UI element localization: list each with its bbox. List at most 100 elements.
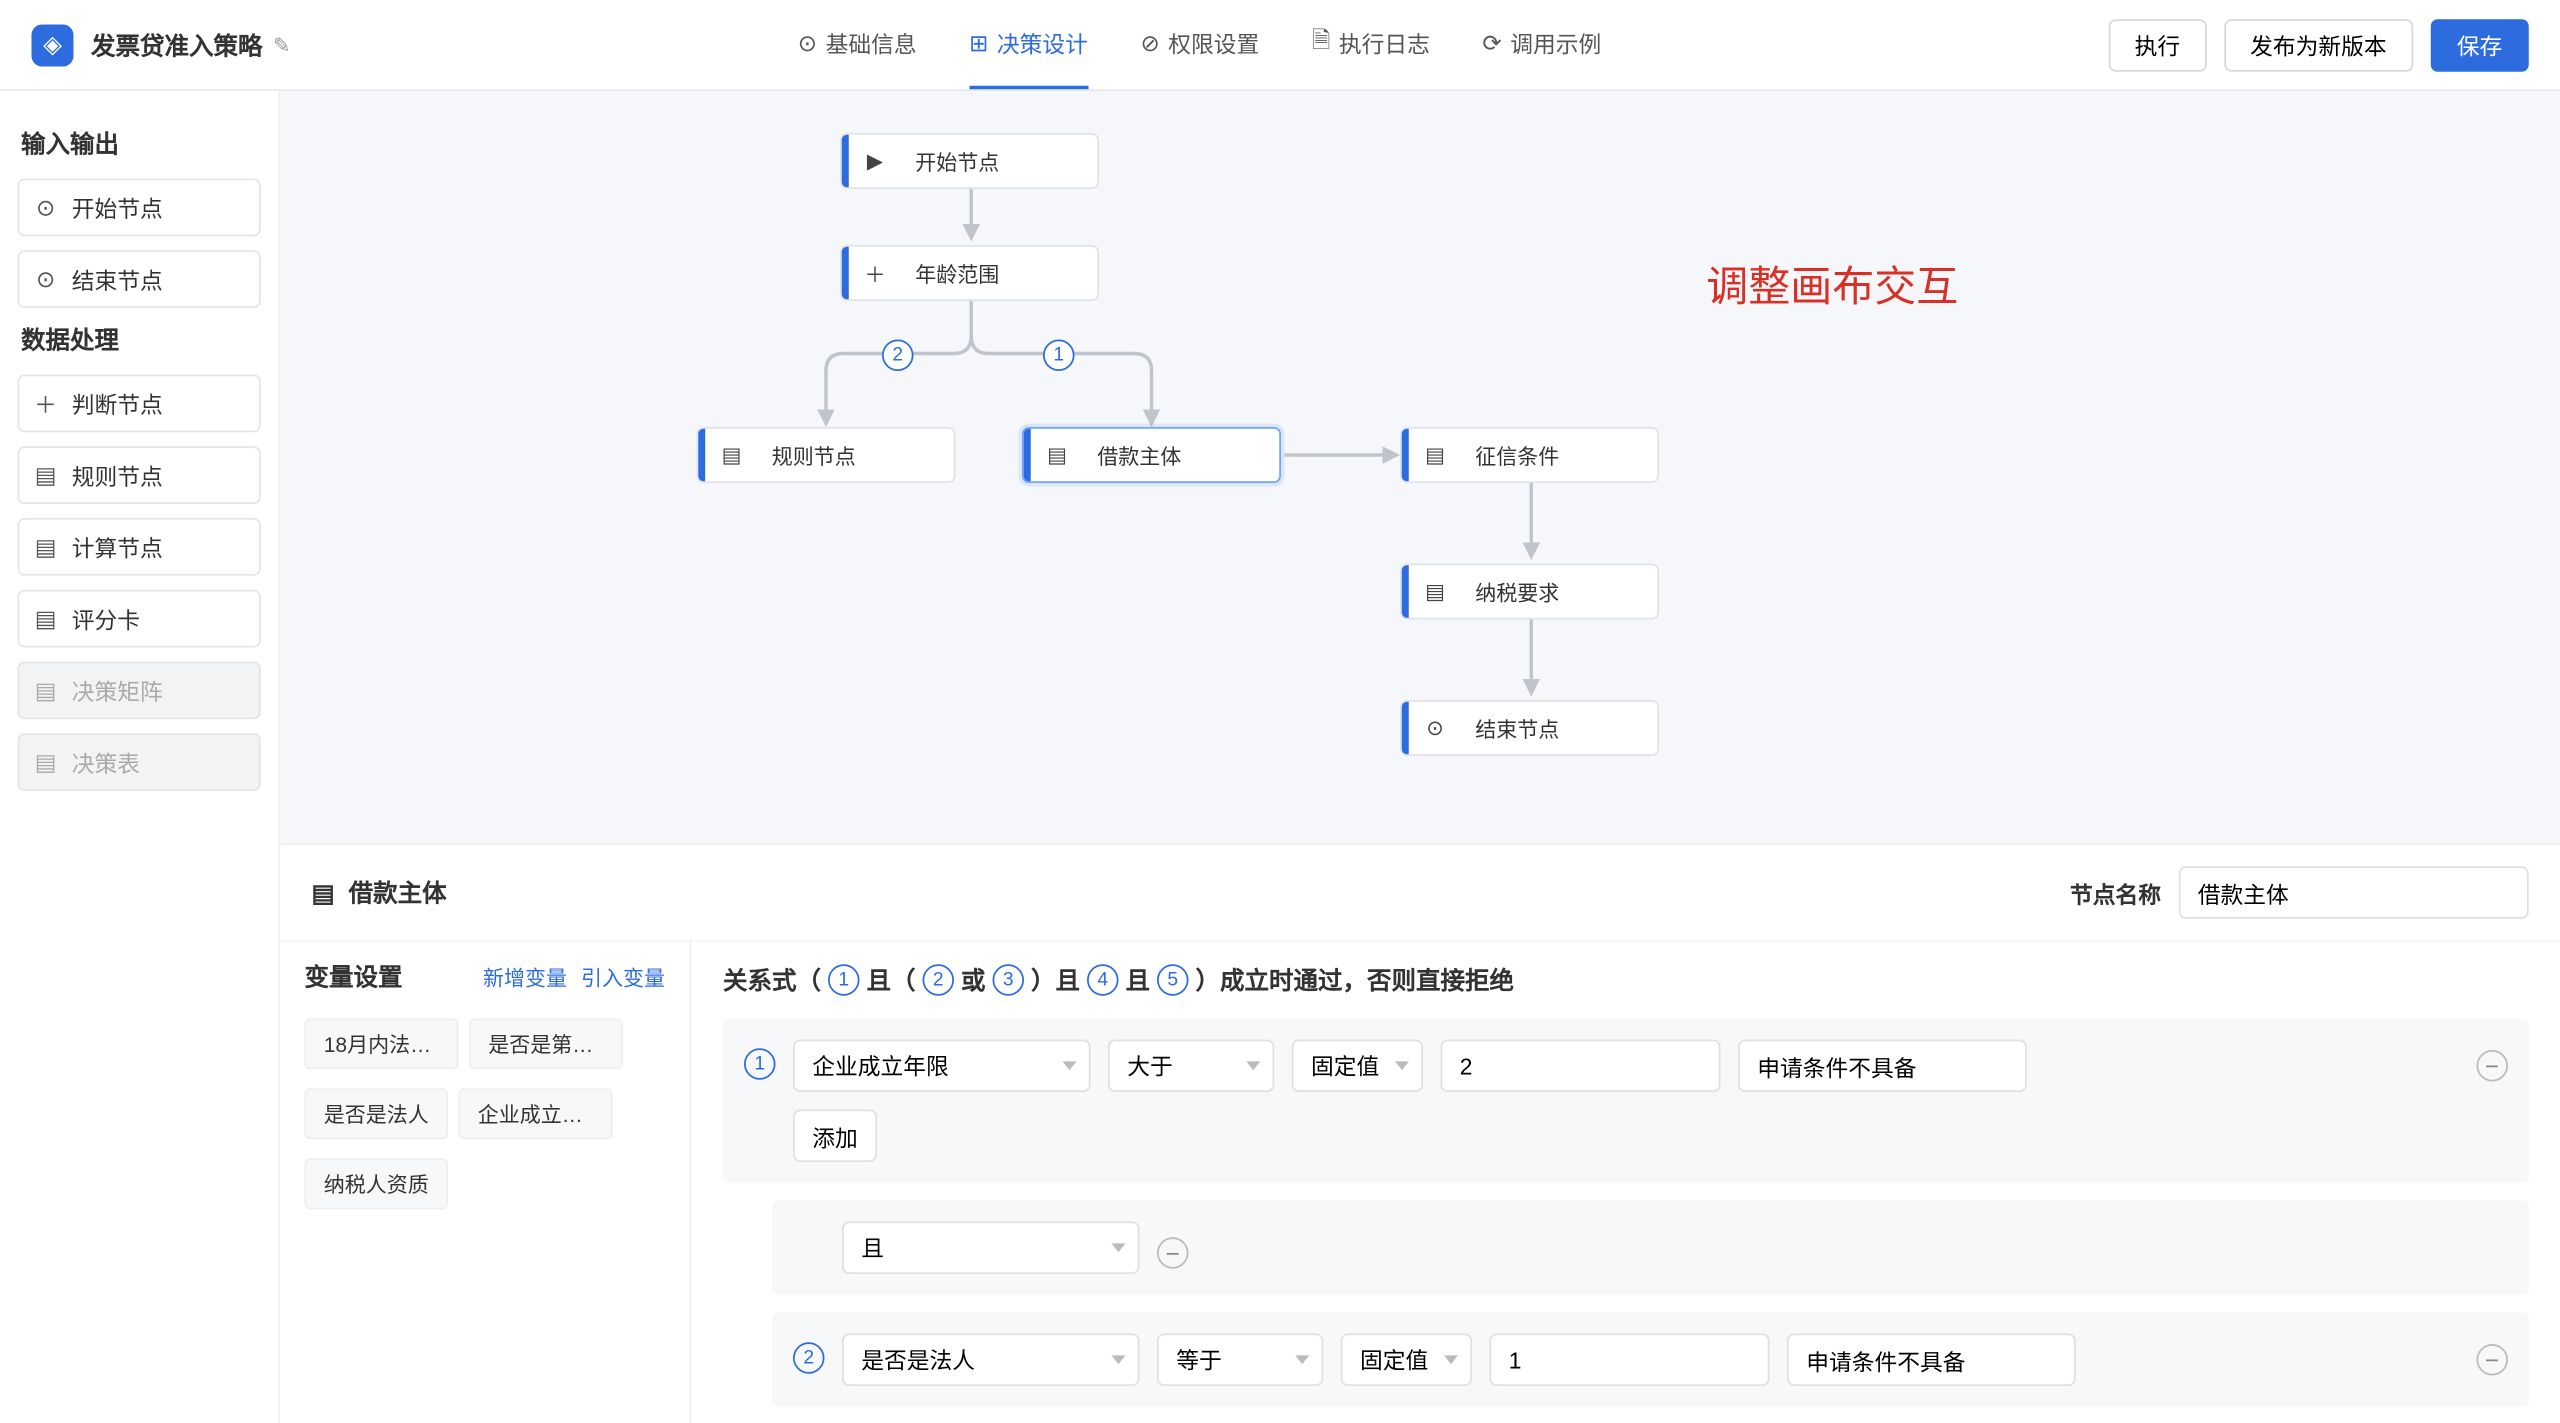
- value-input[interactable]: [1440, 1040, 1720, 1093]
- remove-rule-icon[interactable]: −: [2476, 1344, 2508, 1376]
- node-label: 开始节点: [915, 146, 1097, 176]
- import-variable-link[interactable]: 引入变量: [581, 962, 665, 992]
- rule-icon: ▤: [1045, 443, 1070, 468]
- palette-item-label: 开始节点: [72, 191, 163, 224]
- remove-rule-icon[interactable]: −: [2476, 1050, 2508, 1082]
- variable-chip[interactable]: 是否是法人: [305, 1089, 449, 1140]
- result-input[interactable]: [1787, 1334, 2076, 1387]
- page-title: 发票贷准入策略: [91, 27, 263, 62]
- publish-button[interactable]: 发布为新版本: [2224, 18, 2413, 71]
- node-start[interactable]: ▶ 开始节点: [840, 133, 1099, 189]
- stop-icon: ⊙: [1423, 716, 1448, 741]
- editor-title: 借款主体: [349, 875, 447, 910]
- palette-item-结束节点[interactable]: ⊙ 结束节点: [18, 250, 261, 308]
- palette-item-label: 计算节点: [72, 530, 163, 563]
- palette-item-label: 规则节点: [72, 459, 163, 492]
- palette-group-io: 输入输出: [21, 126, 257, 161]
- palette-group-data-items: ＋ 判断节点 ▤ 规则节点 ▤计算节点 ▤ 评分卡 ▤ 决策矩阵 ▤决策表: [18, 375, 261, 792]
- variables-title: 变量设置: [305, 959, 403, 994]
- node-label: 征信条件: [1475, 440, 1657, 470]
- node-name-label: 节点名称: [2070, 876, 2161, 909]
- add-variable-link[interactable]: 新增变量: [483, 962, 567, 992]
- run-button[interactable]: 执行: [2108, 18, 2206, 71]
- variables-panel: 变量设置 新增变量 引入变量 18月内法人股东变是否是第一大股东是否是法人企业成…: [280, 942, 691, 1423]
- tab-icon: ⟳: [1482, 29, 1501, 57]
- palette-item-评分卡[interactable]: ▤ 评分卡: [18, 590, 261, 648]
- tab-权限设置[interactable]: ⊘ 权限设置: [1140, 0, 1259, 89]
- node-rule[interactable]: ▤ 规则节点: [697, 427, 956, 483]
- canvas-annotation: 调整画布交互: [1706, 252, 1958, 313]
- palette-item-label: 判断节点: [72, 387, 163, 420]
- palette-item-label: 评分卡: [72, 602, 140, 635]
- operator-select[interactable]: 大于: [1108, 1040, 1274, 1093]
- tab-label: 执行日志: [1339, 26, 1430, 59]
- node-borrower[interactable]: ▤ 借款主体: [1022, 427, 1281, 483]
- palette-group-data: 数据处理: [21, 322, 257, 357]
- header-tabs: ⊙ 基础信息 ⊞决策设计 ⊘ 权限设置 🗎执行日志 ⟳ 调用示例: [291, 0, 2109, 89]
- header-actions: 执行 发布为新版本 保存: [2108, 18, 2528, 71]
- save-button[interactable]: 保存: [2430, 18, 2528, 71]
- palette-item-icon: ⊙: [33, 193, 58, 221]
- rule-icon: ▤: [1423, 443, 1448, 468]
- tab-label: 决策设计: [997, 26, 1088, 59]
- variable-chip[interactable]: 是否是第一大股东: [469, 1019, 623, 1070]
- palette-item-icon: ▤: [33, 676, 58, 704]
- logic-select[interactable]: 且: [842, 1222, 1140, 1275]
- node-end[interactable]: ⊙ 结束节点: [1400, 700, 1659, 756]
- tab-决策设计[interactable]: ⊞决策设计: [969, 0, 1088, 89]
- tab-执行日志[interactable]: 🗎执行日志: [1312, 0, 1430, 89]
- flow-canvas[interactable]: ▶ 开始节点 ＋ 年龄范围 2 1 ▤ 规则节点 ▤ 借款主体 ▤ 征信条件: [280, 91, 2560, 844]
- node-name-input[interactable]: [2178, 866, 2528, 919]
- tab-icon: ⊘: [1140, 29, 1159, 57]
- node-palette: 输入输出 ⊙开始节点⊙结束节点 数据处理 ＋判断节点▤规则节点▤计算节点▤评分卡…: [0, 91, 280, 1423]
- variable-chip[interactable]: 纳税人资质: [305, 1159, 449, 1210]
- rule-index-badge: 2: [793, 1342, 825, 1374]
- node-age-range[interactable]: ＋ 年龄范围: [840, 245, 1099, 301]
- rule-icon: ▤: [1423, 579, 1448, 604]
- palette-item-label: 决策矩阵: [72, 674, 163, 707]
- tab-label: 调用示例: [1510, 26, 1601, 59]
- value-input[interactable]: [1489, 1334, 1769, 1387]
- palette-item-开始节点[interactable]: ⊙ 开始节点: [18, 179, 261, 237]
- variable-chip[interactable]: 18月内法人股东变: [305, 1019, 459, 1070]
- palette-item-决策表: ▤决策表: [18, 733, 261, 791]
- value-type-select[interactable]: 固定值: [1292, 1040, 1423, 1093]
- tab-icon: ⊙: [798, 29, 817, 57]
- node-editor-header: ▤ 借款主体 节点名称: [280, 844, 2560, 942]
- node-tax[interactable]: ▤ 纳税要求: [1400, 564, 1659, 620]
- palette-item-icon: ⊙: [33, 265, 58, 293]
- field-select[interactable]: 是否是法人: [842, 1334, 1140, 1387]
- operator-select[interactable]: 等于: [1157, 1334, 1323, 1387]
- node-label: 结束节点: [1475, 713, 1657, 743]
- tab-label: 权限设置: [1168, 26, 1259, 59]
- result-input[interactable]: [1738, 1040, 2027, 1093]
- node-label: 借款主体: [1097, 440, 1279, 470]
- palette-item-规则节点[interactable]: ▤ 规则节点: [18, 446, 261, 504]
- tab-调用示例[interactable]: ⟳ 调用示例: [1482, 0, 1601, 89]
- add-condition-button[interactable]: 添加: [793, 1110, 877, 1163]
- palette-item-icon: ▤: [33, 461, 58, 489]
- palette-item-icon: ▤: [33, 605, 58, 633]
- field-select[interactable]: 企业成立年限: [793, 1040, 1091, 1093]
- palette-item-label: 结束节点: [72, 263, 163, 296]
- node-label: 年龄范围: [915, 258, 1097, 288]
- node-label: 规则节点: [772, 440, 954, 470]
- branch-badge-2: 2: [882, 340, 914, 372]
- tab-label: 基础信息: [826, 26, 917, 59]
- play-icon: ▶: [863, 149, 888, 174]
- node-label: 纳税要求: [1475, 577, 1657, 607]
- edit-title-icon[interactable]: ✎: [273, 32, 291, 57]
- app-logo-icon: ◈: [32, 24, 74, 66]
- relation-expression: 关系式（ 1 且（ 2 或 3 ）且 4 且 5 ）成立时通过，否则直接拒绝: [723, 963, 2529, 998]
- value-type-select[interactable]: 固定值: [1341, 1334, 1472, 1387]
- node-credit[interactable]: ▤ 征信条件: [1400, 427, 1659, 483]
- palette-item-计算节点[interactable]: ▤计算节点: [18, 518, 261, 576]
- palette-item-判断节点[interactable]: ＋ 判断节点: [18, 375, 261, 433]
- variable-chip[interactable]: 企业成立年限: [459, 1089, 613, 1140]
- branch-badge-1: 1: [1043, 340, 1075, 372]
- palette-item-决策矩阵: ▤ 决策矩阵: [18, 662, 261, 720]
- remove-logic-icon[interactable]: −: [1157, 1237, 1189, 1269]
- palette-item-icon: ＋: [33, 387, 58, 420]
- palette-group-io-items: ⊙ 开始节点 ⊙ 结束节点: [18, 179, 261, 309]
- tab-基础信息[interactable]: ⊙ 基础信息: [798, 0, 917, 89]
